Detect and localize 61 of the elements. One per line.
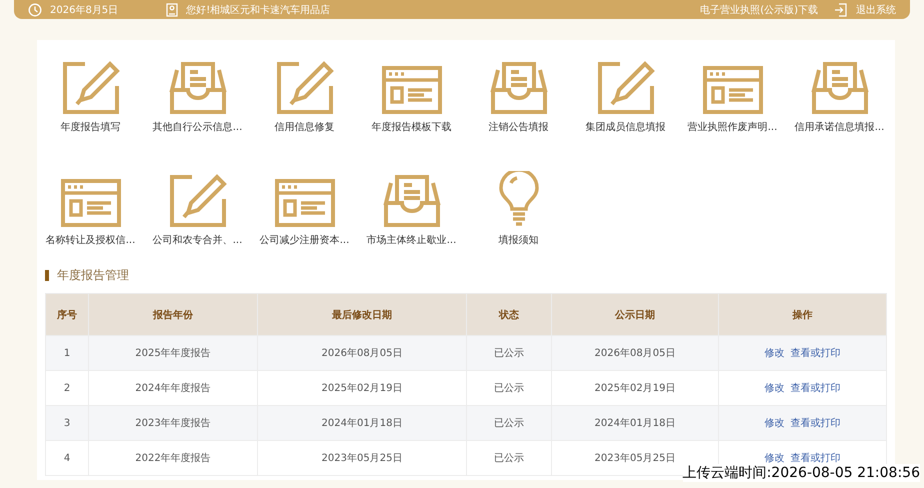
table-cell: 2024年01月18日 xyxy=(552,406,718,440)
browser-window-icon xyxy=(382,66,442,114)
tile-label[interactable]: 信用承诺信息填报... xyxy=(794,120,884,134)
table-cell: 2023年年度报告 xyxy=(88,406,258,440)
table-cell: 2026年08月05日 xyxy=(258,336,466,370)
edit-link[interactable]: 修改 xyxy=(764,348,784,359)
tile-label[interactable]: 信用信息修复 xyxy=(274,120,334,134)
table-cell: 已公示 xyxy=(466,440,552,476)
clock-icon xyxy=(28,2,42,16)
light-bulb-icon xyxy=(498,171,538,227)
tile-label[interactable]: 注销公告填报 xyxy=(488,120,548,134)
edit-link[interactable]: 修改 xyxy=(764,453,784,464)
tile-label[interactable]: 年度报告模板下载 xyxy=(372,120,452,134)
tile-label[interactable]: 集团成员信息填报 xyxy=(586,120,666,134)
table-cell: 2022年年度报告 xyxy=(88,440,258,476)
tile-label[interactable]: 公司和农专合并、... xyxy=(152,233,242,247)
view-print-link[interactable]: 查看或打印 xyxy=(790,453,840,464)
pencil-icon xyxy=(274,60,334,114)
pencil-icon xyxy=(596,60,656,114)
inbox-icon xyxy=(810,60,870,114)
inbox-icon xyxy=(488,60,548,114)
pencil-icon xyxy=(60,60,120,114)
table-cell: 4 xyxy=(46,440,88,476)
table-cell: 已公示 xyxy=(466,406,552,440)
edit-link[interactable]: 修改 xyxy=(764,383,784,394)
browser-window-icon xyxy=(274,179,334,227)
table-cell: 1 xyxy=(46,336,88,370)
column-header: 报告年份 xyxy=(88,294,258,336)
date-text: 2026年8月5日 xyxy=(50,4,118,16)
table-cell: 2024年01月18日 xyxy=(258,406,466,440)
tile-label[interactable]: 公司减少注册资本... xyxy=(260,233,350,247)
table-cell: 2026年08月05日 xyxy=(552,336,718,370)
view-print-link[interactable]: 查看或打印 xyxy=(790,348,840,359)
table-cell: 已公示 xyxy=(466,336,552,370)
table-cell: 2025年年度报告 xyxy=(88,336,258,370)
inbox-icon xyxy=(168,60,228,114)
column-header: 状态 xyxy=(466,294,552,336)
logout-icon xyxy=(834,2,848,16)
section-title: 年度报告管理 xyxy=(57,267,129,284)
tile-label[interactable]: 填报须知 xyxy=(498,233,538,247)
table-cell: 3 xyxy=(46,406,88,440)
column-header: 操作 xyxy=(718,294,886,336)
edit-link[interactable]: 修改 xyxy=(764,418,784,429)
table-cell: 2023年05月25日 xyxy=(258,440,466,476)
column-header: 序号 xyxy=(46,294,88,336)
tile-label[interactable]: 市场主体终止歇业... xyxy=(366,233,456,247)
pencil-icon xyxy=(168,173,228,227)
tile-label[interactable]: 其他自行公示信息... xyxy=(152,120,242,134)
tile-label[interactable]: 名称转让及授权信... xyxy=(46,233,136,247)
tile-label[interactable]: 营业执照作废声明... xyxy=(688,120,778,134)
tile-label[interactable]: 年度报告填写 xyxy=(60,120,120,134)
column-header: 公示日期 xyxy=(552,294,718,336)
view-print-link[interactable]: 查看或打印 xyxy=(790,383,840,394)
browser-window-icon xyxy=(702,66,762,114)
inbox-icon xyxy=(382,173,442,227)
id-card-icon xyxy=(166,2,178,16)
greeting-text: 您好!相城区元和卡速汽车用品店 xyxy=(186,4,330,16)
view-print-link[interactable]: 查看或打印 xyxy=(790,418,840,429)
upload-timestamp: 上传云端时间:2026-08-05 21:08:56 xyxy=(682,465,920,481)
browser-window-icon xyxy=(60,179,120,227)
column-header: 最后修改日期 xyxy=(258,294,466,336)
